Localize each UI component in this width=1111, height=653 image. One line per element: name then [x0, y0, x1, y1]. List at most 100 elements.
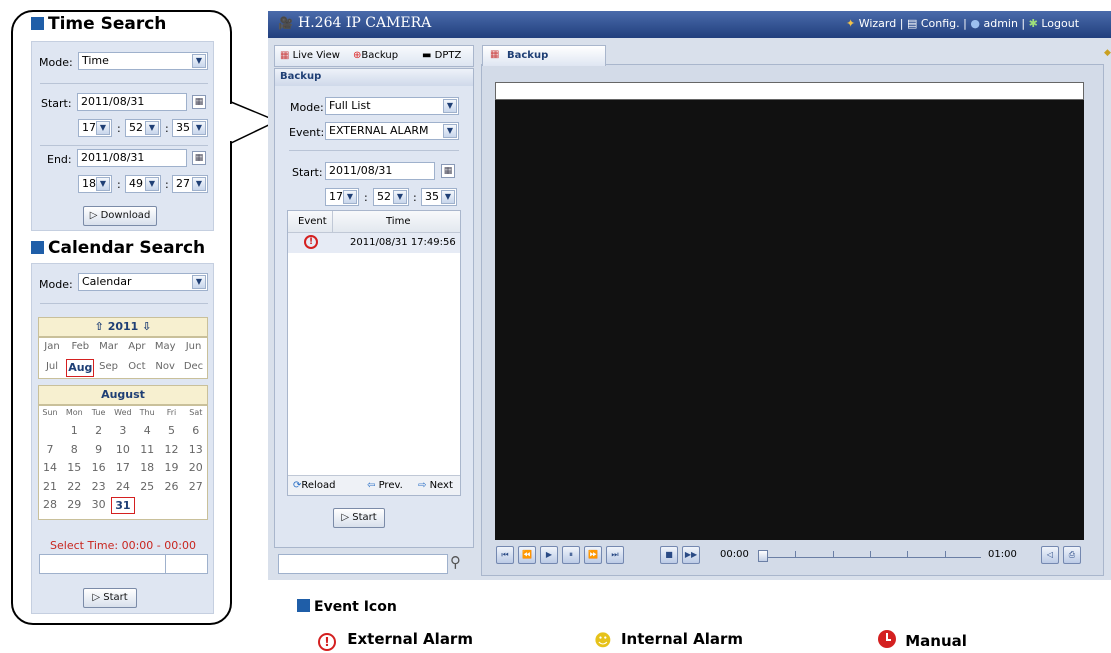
backup-hour-select[interactable]: 17 ▼ [325, 188, 359, 206]
month-cell[interactable]: Apr [123, 339, 151, 357]
snapshot-button[interactable]: ⎙ [1063, 546, 1081, 564]
day-cell[interactable]: 13 [184, 442, 208, 459]
month-cell[interactable]: Jul [38, 359, 66, 377]
ptz-tab[interactable]: ▬ DPTZ [422, 50, 461, 61]
end-date-field[interactable]: 2011/08/31 [77, 149, 187, 167]
table-row[interactable]: ! 2011/08/31 17:49:56 [288, 233, 460, 253]
user-link[interactable]: admin [983, 17, 1017, 30]
day-cell[interactable]: 23 [87, 479, 111, 496]
search-icon[interactable]: ⚲ [450, 553, 461, 571]
backup-minute-select[interactable]: 52 ▼ [373, 188, 409, 206]
start-date-field[interactable]: 2011/08/31 [77, 93, 187, 111]
prev-button[interactable]: ⇦ Prev. [367, 480, 403, 491]
month-cell[interactable]: Dec [180, 359, 208, 377]
month-cell[interactable]: May [151, 339, 179, 357]
month-cell[interactable]: Jun [180, 339, 208, 357]
day-cell[interactable]: 31 [110, 497, 135, 514]
end-minute-select[interactable]: 49 ▼ [125, 175, 161, 193]
day-cell[interactable]: 6 [184, 423, 208, 440]
backup-second-select[interactable]: 35 ▼ [421, 188, 457, 206]
day-cell[interactable]: 28 [38, 497, 62, 514]
chevron-down-icon[interactable]: ▼ [192, 275, 206, 289]
day-cell[interactable]: 2 [87, 423, 111, 440]
video-area[interactable] [495, 100, 1084, 540]
start-second-select[interactable]: 35 ▼ [172, 119, 208, 137]
day-cell[interactable]: 12 [160, 442, 184, 459]
calendar-icon[interactable]: ▦ [192, 95, 206, 109]
fast-forward-button[interactable]: ⏩ [584, 546, 602, 564]
day-cell[interactable]: 18 [135, 460, 159, 477]
stop-button[interactable]: ■ [660, 546, 678, 564]
calendar-icon[interactable]: ▦ [441, 164, 455, 178]
config-link[interactable]: Config. [921, 17, 960, 30]
first-frame-button[interactable]: ⏮ [496, 546, 514, 564]
day-cell[interactable]: 20 [184, 460, 208, 477]
col-event-header[interactable]: Event [298, 216, 327, 227]
chevron-down-icon[interactable]: ▼ [145, 177, 159, 191]
chevron-down-icon[interactable]: ▼ [192, 121, 206, 135]
chevron-down-icon[interactable]: ▼ [145, 121, 159, 135]
day-cell[interactable]: 9 [87, 442, 111, 459]
day-cell[interactable]: 4 [135, 423, 159, 440]
time-range-bar[interactable] [39, 554, 208, 574]
chevron-down-icon[interactable]: ▼ [443, 124, 457, 138]
day-cell[interactable]: 22 [62, 479, 86, 496]
chevron-down-icon[interactable]: ▼ [343, 190, 357, 204]
slow-play-button[interactable]: ▶▶ [682, 546, 700, 564]
day-cell[interactable]: 19 [160, 460, 184, 477]
event-select[interactable]: EXTERNAL ALARM ▼ [325, 122, 459, 140]
month-cell[interactable]: Feb [66, 339, 94, 357]
year-down-icon[interactable]: ⇩ [142, 320, 151, 333]
viewer-collapse-icon[interactable]: ◆ [1104, 48, 1111, 58]
chevron-down-icon[interactable]: ▼ [441, 190, 455, 204]
day-cell[interactable]: 11 [135, 442, 159, 459]
end-hour-select[interactable]: 18 ▼ [78, 175, 112, 193]
month-cell[interactable]: Nov [151, 359, 179, 377]
day-cell[interactable]: 26 [160, 479, 184, 496]
month-cell[interactable]: Sep [95, 359, 123, 377]
timeline-handle[interactable] [758, 550, 768, 562]
day-cell[interactable]: 24 [111, 479, 135, 496]
day-cell[interactable]: 7 [38, 442, 62, 459]
wizard-link[interactable]: Wizard [859, 17, 897, 30]
day-cell[interactable]: 3 [111, 423, 135, 440]
col-time-header[interactable]: Time [386, 216, 410, 227]
day-cell[interactable]: 17 [111, 460, 135, 477]
chevron-down-icon[interactable]: ▼ [443, 99, 457, 113]
day-cell[interactable]: 21 [38, 479, 62, 496]
day-cell[interactable]: 16 [87, 460, 111, 477]
last-frame-button[interactable]: ⏭ [606, 546, 624, 564]
day-cell[interactable]: 10 [111, 442, 135, 459]
time-mode-select[interactable]: Time ▼ [78, 52, 208, 70]
next-button[interactable]: ⇨ Next [418, 480, 453, 491]
calendar-mode-select[interactable]: Calendar ▼ [78, 273, 208, 291]
month-cell[interactable]: Mar [95, 339, 123, 357]
download-button[interactable]: ▷ Download [83, 206, 157, 226]
search-input[interactable] [278, 554, 448, 574]
day-cell[interactable]: 14 [38, 460, 62, 477]
month-cell[interactable]: Jan [38, 339, 66, 357]
chevron-down-icon[interactable]: ▼ [96, 121, 110, 135]
month-cell[interactable]: Oct [123, 359, 151, 377]
chevron-down-icon[interactable]: ▼ [192, 177, 206, 191]
play-button[interactable]: ▶ [540, 546, 558, 564]
day-cell[interactable]: 5 [160, 423, 184, 440]
live-view-tab[interactable]: ▦ Live View [280, 50, 340, 61]
day-cell[interactable]: 30 [87, 497, 111, 514]
start-minute-select[interactable]: 52 ▼ [125, 119, 161, 137]
chevron-down-icon[interactable]: ▼ [393, 190, 407, 204]
rewind-button[interactable]: ⏪ [518, 546, 536, 564]
year-up-icon[interactable]: ⇧ [95, 320, 104, 333]
end-second-select[interactable]: 27 ▼ [172, 175, 208, 193]
month-cell[interactable]: Aug [66, 359, 95, 377]
calendar-start-button[interactable]: ▷ Start [83, 588, 137, 608]
day-cell[interactable]: 29 [62, 497, 86, 514]
volume-button[interactable]: ◁ [1041, 546, 1059, 564]
day-cell[interactable]: 15 [62, 460, 86, 477]
logout-link[interactable]: Logout [1041, 17, 1079, 30]
viewer-tab[interactable]: ▦ Backup [482, 45, 606, 66]
day-cell[interactable]: 1 [62, 423, 86, 440]
start-hour-select[interactable]: 17 ▼ [78, 119, 112, 137]
day-cell[interactable]: 25 [135, 479, 159, 496]
backup-mode-select[interactable]: Full List ▼ [325, 97, 459, 115]
